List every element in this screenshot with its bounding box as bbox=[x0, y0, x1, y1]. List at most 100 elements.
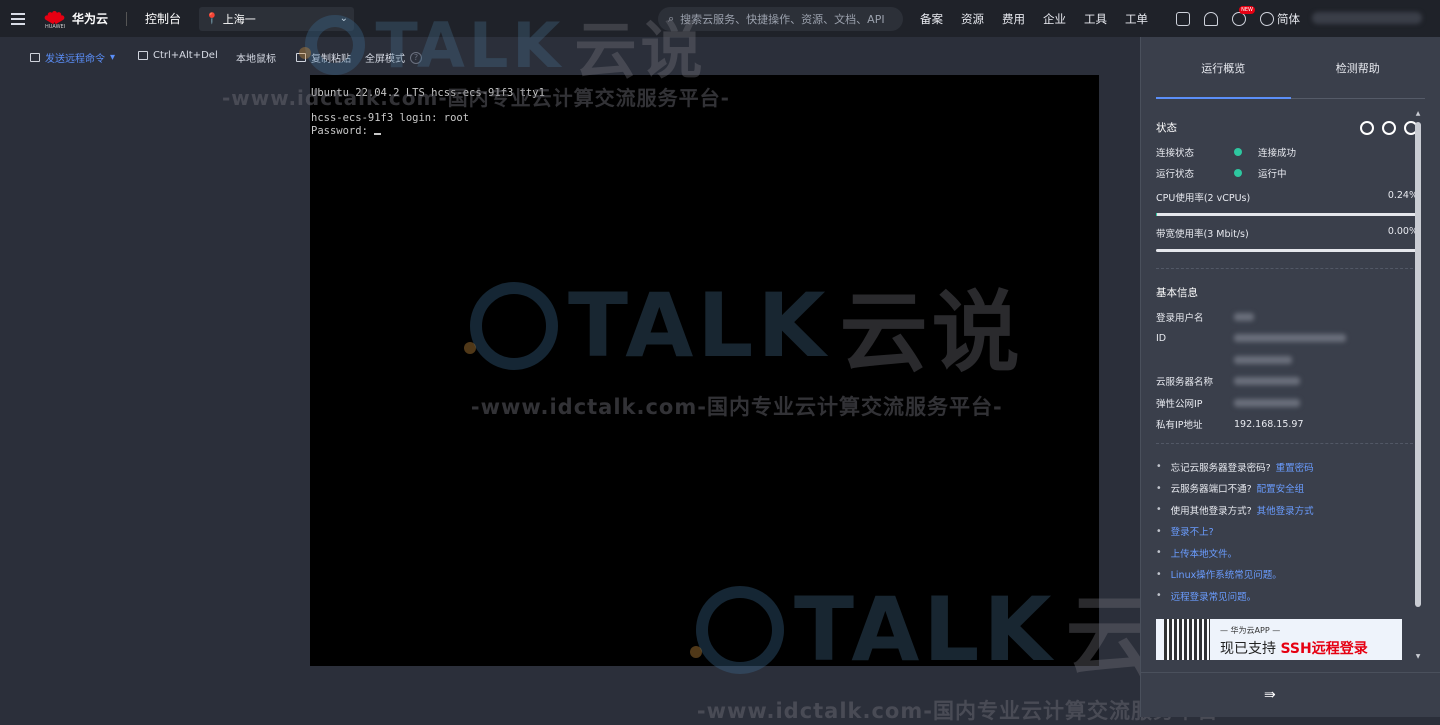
local-mouse-label: 本地鼠标 bbox=[236, 54, 276, 65]
user-account[interactable] bbox=[1312, 12, 1422, 24]
id-row-cont bbox=[1156, 349, 1418, 371]
bandwidth-usage-row: 带宽使用率(3 Mbit/s) 0.00% bbox=[1156, 226, 1418, 240]
qr-code bbox=[1164, 618, 1210, 660]
brand-name: 华为云 bbox=[72, 12, 109, 26]
new-badge: NEW bbox=[1239, 5, 1255, 14]
reset-password-link[interactable]: 重置密码 bbox=[1276, 460, 1314, 474]
cpu-usage-bar bbox=[1156, 213, 1418, 216]
command-icon bbox=[30, 53, 40, 62]
redacted-value bbox=[1234, 355, 1292, 364]
linux-faq-link[interactable]: Linux操作系统常见问题。 bbox=[1171, 567, 1282, 581]
bell-icon[interactable] bbox=[1204, 11, 1218, 26]
restart-icon[interactable] bbox=[1382, 120, 1396, 135]
search-icon: ⌕ bbox=[668, 12, 675, 25]
promo-title-prefix: 现已支持 bbox=[1220, 641, 1281, 657]
search-input[interactable]: ⌕ 搜索云服务、快捷操作、资源、文档、API bbox=[658, 7, 903, 31]
server-name-label: 云服务器名称 bbox=[1156, 377, 1214, 389]
brand-sub: HUAWEI bbox=[45, 24, 66, 30]
promo-title-highlight: SSH远程登录 bbox=[1280, 641, 1368, 657]
copy-paste-button[interactable]: 复制粘贴 bbox=[296, 50, 351, 65]
region-select[interactable]: 📍 上海一 ⌄ bbox=[199, 6, 355, 31]
ctrl-alt-del-button[interactable]: Ctrl+Alt+Del bbox=[138, 50, 218, 61]
cannot-login-link[interactable]: 登录不上? bbox=[1171, 524, 1214, 538]
nav-link-tools[interactable]: 工具 bbox=[1084, 11, 1107, 27]
tip-text: 使用其他登录方式? bbox=[1170, 505, 1252, 517]
remote-login-faq-link[interactable]: 远程登录常见问题。 bbox=[1171, 589, 1257, 603]
basic-info-title: 基本信息 bbox=[1156, 287, 1198, 299]
divider bbox=[1140, 672, 1440, 673]
server-name-row: 云服务器名称 bbox=[1156, 371, 1418, 393]
divider bbox=[1156, 268, 1418, 269]
send-command-dropdown[interactable]: 发送远程命令 ▾ bbox=[30, 50, 115, 65]
promo-title: 现已支持 SSH远程登录 bbox=[1220, 638, 1368, 658]
status-ok-dot bbox=[1234, 169, 1242, 178]
nav-links: 备案 资源 费用 企业 工具 工单 NEW 简体 bbox=[920, 0, 1300, 37]
tip-cannot-login: 登录不上? bbox=[1156, 521, 1418, 543]
tab-overview[interactable]: 运行概览 bbox=[1156, 37, 1291, 99]
scroll-down-icon[interactable]: ▼ bbox=[1414, 653, 1422, 660]
tip-linux-faq: Linux操作系统常见问题。 bbox=[1156, 564, 1418, 586]
help-icon[interactable]: NEW bbox=[1232, 5, 1255, 26]
status-ok-dot bbox=[1234, 147, 1242, 156]
nav-link-tickets[interactable]: 工单 bbox=[1125, 11, 1148, 27]
power-icon[interactable] bbox=[1360, 120, 1374, 135]
nav-link-resources[interactable]: 资源 bbox=[961, 11, 984, 27]
security-group-link[interactable]: 配置安全组 bbox=[1257, 481, 1305, 495]
question-icon[interactable]: ? bbox=[410, 51, 422, 64]
panel-tabs: 运行概览 检测帮助 bbox=[1156, 37, 1425, 99]
terminal-line: Password: bbox=[311, 124, 375, 137]
tip-other-login: 使用其他登录方式? 其他登录方式 bbox=[1156, 499, 1418, 521]
promo-subtitle: — 华为云APP — bbox=[1220, 626, 1281, 635]
scrollbar-thumb[interactable] bbox=[1415, 122, 1421, 607]
id-label: ID bbox=[1156, 332, 1167, 344]
connection-status-value: 连接成功 bbox=[1258, 147, 1297, 159]
tip-text: 忘记云服务器登录密码? bbox=[1170, 462, 1271, 474]
help-tips: 忘记云服务器登录密码? 重置密码 云服务器端口不通? 配置安全组 使用其他登录方… bbox=[1156, 456, 1418, 607]
private-ip-label: 私有IP地址 bbox=[1156, 420, 1203, 432]
nav-link-billing[interactable]: 费用 bbox=[1002, 11, 1025, 27]
collapse-panel-icon[interactable]: ⇛ bbox=[1264, 687, 1276, 703]
app-promo-banner[interactable]: — 华为云APP — 现已支持 SSH远程登录 bbox=[1156, 618, 1402, 660]
language-label: 简体 bbox=[1277, 11, 1300, 26]
login-user-label: 登录用户名 bbox=[1156, 312, 1204, 324]
login-user-row: 登录用户名 bbox=[1156, 306, 1418, 328]
menu-icon[interactable] bbox=[0, 0, 36, 37]
monitor-icon bbox=[138, 51, 148, 60]
send-command-label: 发送远程命令 bbox=[45, 54, 105, 65]
fullscreen-button[interactable]: 全屏模式 ? bbox=[365, 50, 422, 65]
connection-status-row: 连接状态 连接成功 bbox=[1156, 141, 1418, 163]
upload-file-link[interactable]: 上传本地文件。 bbox=[1171, 546, 1238, 560]
console-toolbar: 发送远程命令 ▾ Ctrl+Alt+Del 本地鼠标 复制粘贴 全屏模式 ? bbox=[0, 37, 1140, 75]
scroll-up-icon[interactable]: ▲ bbox=[1414, 110, 1422, 117]
eip-row: 弹性公网IP bbox=[1156, 392, 1418, 414]
run-status-value: 运行中 bbox=[1258, 169, 1287, 181]
terminal-line: Ubuntu 22.04.2 LTS hcss-ecs-91f3 tty1 bbox=[311, 87, 545, 99]
cpu-usage-label: CPU使用率(2 vCPUs) bbox=[1156, 193, 1251, 204]
language-switch[interactable]: 简体 bbox=[1260, 11, 1300, 27]
location-pin-icon: 📍 bbox=[205, 12, 219, 25]
terminal-icon[interactable] bbox=[1176, 11, 1190, 26]
tab-diagnose-help[interactable]: 检测帮助 bbox=[1291, 37, 1426, 98]
run-status-row: 运行状态 运行中 bbox=[1156, 163, 1418, 185]
tip-upload: 上传本地文件。 bbox=[1156, 542, 1418, 564]
divider bbox=[1156, 443, 1418, 444]
nav-link-enterprise[interactable]: 企业 bbox=[1043, 11, 1066, 27]
nav-link-beian[interactable]: 备案 bbox=[920, 11, 943, 27]
local-mouse-button[interactable]: 本地鼠标 bbox=[236, 50, 276, 65]
other-login-link[interactable]: 其他登录方式 bbox=[1257, 503, 1314, 517]
redacted-value bbox=[1234, 377, 1300, 386]
status-title: 状态 bbox=[1156, 122, 1177, 134]
remote-terminal[interactable]: Ubuntu 22.04.2 LTS hcss-ecs-91f3 tty1 hc… bbox=[310, 75, 1099, 666]
side-panel: 运行概览 检测帮助 状态 连接状态 连接成功 运行状态 运行中 CPU使用率(2… bbox=[1140, 37, 1440, 717]
panel-scrollbar[interactable]: ▲ ▼ bbox=[1414, 110, 1422, 660]
redacted-value bbox=[1234, 398, 1300, 407]
console-link[interactable]: 控制台 bbox=[145, 10, 181, 27]
redacted-value bbox=[1234, 334, 1346, 343]
tip-security-group: 云服务器端口不通? 配置安全组 bbox=[1156, 478, 1418, 500]
chevron-down-icon: ⌄ bbox=[339, 13, 349, 24]
status-section-title: 状态 bbox=[1156, 120, 1418, 135]
globe-icon bbox=[1260, 11, 1274, 26]
region-label: 上海一 bbox=[222, 12, 256, 26]
cpu-usage-fill bbox=[1156, 213, 1157, 216]
redacted-value bbox=[1234, 312, 1254, 321]
